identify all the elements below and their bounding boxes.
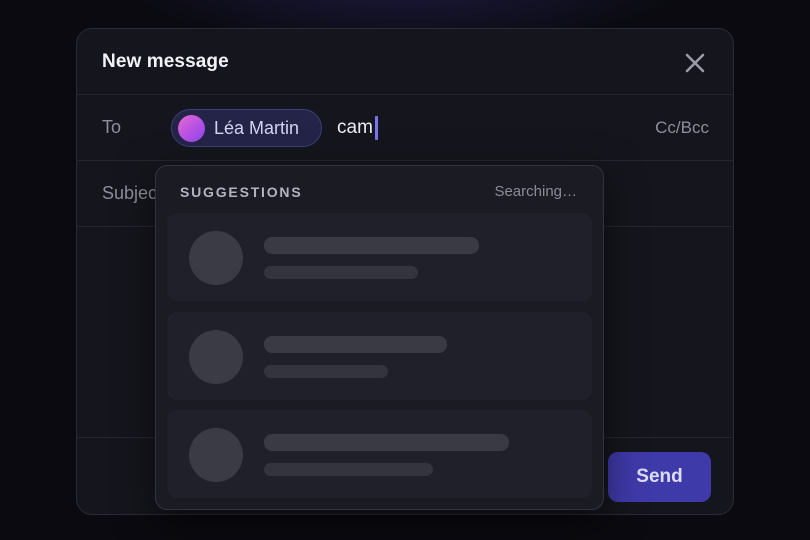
close-icon bbox=[685, 53, 705, 73]
skeleton-line bbox=[264, 365, 388, 378]
skeleton-avatar bbox=[189, 428, 243, 482]
recipient-name: Léa Martin bbox=[214, 117, 300, 138]
skeleton-avatar bbox=[189, 231, 243, 285]
close-button[interactable] bbox=[681, 49, 709, 77]
skeleton-line bbox=[264, 237, 479, 254]
send-button[interactable]: Send bbox=[608, 452, 711, 502]
to-row: To Léa Martin cam Cc/Bcc bbox=[77, 95, 733, 161]
recipient-input[interactable]: cam bbox=[337, 115, 378, 141]
suggestion-skeleton bbox=[167, 213, 592, 301]
skeleton-line bbox=[264, 463, 433, 476]
skeleton-line bbox=[264, 266, 418, 279]
modal-title: New message bbox=[102, 51, 229, 72]
subject-label: Subject bbox=[102, 183, 163, 203]
skeleton-line bbox=[264, 336, 447, 353]
skeleton-avatar bbox=[189, 330, 243, 384]
cc-bcc-link[interactable]: Cc/Bcc bbox=[655, 118, 709, 138]
avatar bbox=[178, 114, 205, 142]
recipient-chip[interactable]: Léa Martin bbox=[171, 109, 322, 147]
recipient-input-value: cam bbox=[337, 117, 373, 138]
suggestion-skeleton bbox=[167, 312, 592, 400]
suggestions-dropdown: SUGGESTIONS Searching… bbox=[155, 165, 604, 510]
suggestions-title: SUGGESTIONS bbox=[180, 184, 303, 200]
skeleton-line bbox=[264, 434, 509, 451]
to-label: To bbox=[102, 117, 122, 137]
suggestion-skeleton bbox=[167, 410, 592, 498]
text-caret bbox=[374, 116, 378, 140]
suggestions-status: Searching… bbox=[494, 183, 577, 200]
modal-header: New message bbox=[77, 29, 733, 95]
